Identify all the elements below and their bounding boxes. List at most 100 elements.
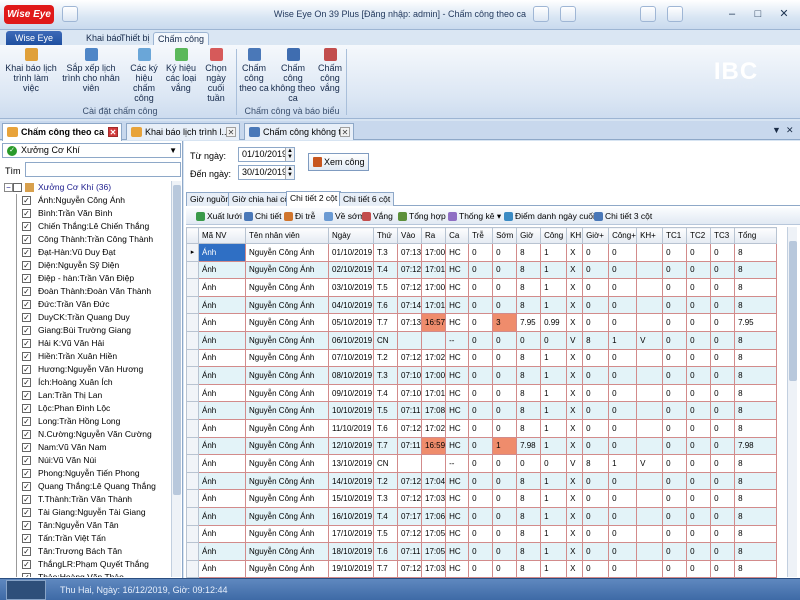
table-cell[interactable]: 0 <box>662 418 688 438</box>
table-cell[interactable]: Nguyễn Công Ánh <box>245 260 329 280</box>
tree-employee-item[interactable]: ✓ Lộc:Phan Đình Lộc <box>2 402 170 415</box>
table-cell[interactable]: 12/10/2019 <box>328 436 374 456</box>
tree-employee-item[interactable]: ✓ Tấn:Trần Việt Tấn <box>2 532 170 545</box>
tree-employee-item[interactable]: ✓ Hải K:Vũ Văn Hải <box>2 337 170 350</box>
table-cell[interactable]: 0 <box>686 454 712 473</box>
close-icon[interactable]: ✕ <box>774 5 794 23</box>
table-cell[interactable]: 04/10/2019 <box>328 295 374 315</box>
table-cell[interactable]: 02/10/2019 <box>328 260 374 280</box>
table-cell[interactable]: 0 <box>662 330 688 350</box>
table-cell[interactable]: 0 <box>492 383 518 403</box>
table-cell[interactable]: 15/10/2019 <box>328 489 374 508</box>
tab-thiet-bi[interactable]: Thiết bị <box>116 32 154 45</box>
table-cell[interactable]: 8 <box>582 330 610 350</box>
table-cell[interactable]: Nguyễn Công Ánh <box>245 383 329 403</box>
table-cell[interactable]: Nguyễn Công Ánh <box>245 454 329 473</box>
table-cell[interactable]: T.3 <box>373 366 398 385</box>
employee-checkbox[interactable]: ✓ <box>22 495 31 504</box>
table-cell[interactable]: 0 <box>608 401 638 420</box>
employee-checkbox[interactable]: ✓ <box>22 287 31 296</box>
table-cell[interactable]: X <box>566 506 584 526</box>
table-row[interactable]: ▸ Ánh Nguyễn Công Ánh 01/10/2019 T.3 07:13 17:… <box>186 243 778 262</box>
row-indicator[interactable] <box>186 330 199 350</box>
table-cell[interactable]: 0 <box>710 524 736 544</box>
table-cell[interactable]: HC <box>445 506 470 526</box>
table-cell[interactable]: 0 <box>710 401 736 420</box>
column-header[interactable]: Mã NV <box>198 227 246 244</box>
table-cell[interactable]: 7.95 <box>734 313 778 332</box>
tab-chi-tiet-2-cot[interactable]: Chi tiết 2 cột <box>286 191 342 206</box>
table-row[interactable]: Ánh Nguyễn Công Ánh 13/10/2019 CN -- 0 0 0 0 V 8 1 V… <box>186 454 778 473</box>
tree-scrollbar[interactable] <box>171 181 181 577</box>
table-cell[interactable]: Ánh <box>198 489 246 508</box>
table-cell[interactable]: 8 <box>734 348 778 368</box>
table-cell[interactable] <box>636 278 664 297</box>
search-input[interactable] <box>25 162 181 177</box>
employee-checkbox[interactable]: ✓ <box>22 352 31 361</box>
table-cell[interactable]: 0 <box>582 471 610 491</box>
table-cell[interactable]: 07:13 <box>396 313 423 332</box>
table-cell[interactable]: 3 <box>492 313 518 332</box>
column-header[interactable]: TC2 <box>686 227 712 244</box>
table-cell[interactable]: 0 <box>468 436 494 456</box>
table-cell[interactable] <box>421 454 447 473</box>
table-cell[interactable]: Ánh <box>198 295 246 315</box>
table-row[interactable]: Ánh Nguyễn Công Ánh 12/10/2019 T.7 07:11 16:5… <box>186 436 778 456</box>
table-cell[interactable]: 0 <box>468 489 494 508</box>
table-cell[interactable]: Ánh <box>198 243 246 262</box>
table-row[interactable]: Ánh Nguyễn Công Ánh 15/10/2019 T.3 07:12 17:0… <box>186 489 778 508</box>
table-cell[interactable]: 1 <box>608 330 638 350</box>
employee-checkbox[interactable]: ✓ <box>22 391 31 400</box>
employee-checkbox[interactable]: ✓ <box>22 404 31 413</box>
table-cell[interactable]: 07:12 <box>396 559 423 579</box>
statistics-button[interactable]: Thống kê ▾ <box>448 211 501 222</box>
table-cell[interactable]: 0 <box>686 436 712 456</box>
table-row[interactable]: Ánh Nguyễn Công Ánh 05/10/2019 T.7 07:13 16:5… <box>186 313 778 332</box>
table-cell[interactable]: 1 <box>540 401 568 420</box>
table-cell[interactable]: Ánh <box>198 401 246 420</box>
tree-employee-item[interactable]: ✓ Diện:Nguyễn Sỹ Diện <box>2 259 170 272</box>
table-cell[interactable]: 16:57 <box>421 313 447 332</box>
table-cell[interactable]: 8 <box>734 278 778 297</box>
tab-gio-nguon[interactable]: Giờ nguồn <box>186 192 235 206</box>
column-header[interactable]: Công+ <box>608 227 638 244</box>
table-cell[interactable]: 16/10/2019 <box>328 506 374 526</box>
toolbar-icon-1[interactable] <box>533 6 549 22</box>
table-cell[interactable]: Nguyễn Công Ánh <box>245 348 329 368</box>
tree-employee-item[interactable]: ✓ Ích:Hoàng Xuân Ích <box>2 376 170 389</box>
table-cell[interactable]: 0 <box>492 489 518 508</box>
table-cell[interactable]: 8 <box>734 401 778 420</box>
table-cell[interactable]: 17:00 <box>421 243 447 262</box>
table-cell[interactable]: T.6 <box>373 295 398 315</box>
schedule-button[interactable]: Khai báo lịch trình làm việc <box>4 48 58 93</box>
table-cell[interactable]: 8 <box>516 278 542 297</box>
table-cell[interactable]: CN <box>373 454 398 473</box>
table-cell[interactable]: 0 <box>468 418 494 438</box>
table-cell[interactable]: Ánh <box>198 524 246 544</box>
table-cell[interactable]: 0 <box>608 559 638 579</box>
table-cell[interactable]: 0 <box>492 506 518 526</box>
table-cell[interactable]: 01/10/2019 <box>328 243 374 262</box>
tree-employee-item[interactable]: ✓ Núi:Vũ Văn Núi <box>2 454 170 467</box>
table-cell[interactable]: 0 <box>468 542 494 561</box>
table-cell[interactable] <box>636 471 664 491</box>
table-cell[interactable]: 1 <box>540 418 568 438</box>
table-cell[interactable] <box>636 243 664 262</box>
toolbar-icon-2[interactable] <box>560 6 576 22</box>
table-cell[interactable]: 0 <box>608 542 638 561</box>
table-cell[interactable]: Ánh <box>198 506 246 526</box>
table-cell[interactable]: 07:12 <box>396 418 423 438</box>
table-cell[interactable]: 0 <box>582 436 610 456</box>
table-cell[interactable]: 8 <box>516 348 542 368</box>
employee-checkbox[interactable]: ✓ <box>22 365 31 374</box>
tree-employee-item[interactable]: ✓ Nam:Vũ Văn Nam <box>2 441 170 454</box>
tab-cham-cong[interactable]: Chấm công <box>153 32 210 45</box>
table-row[interactable]: Ánh Nguyễn Công Ánh 14/10/2019 T.2 07:12 17:0… <box>186 471 778 491</box>
table-cell[interactable]: 07/10/2019 <box>328 348 374 368</box>
employee-checkbox[interactable]: ✓ <box>22 443 31 452</box>
table-cell[interactable]: Ánh <box>198 542 246 561</box>
table-cell[interactable] <box>636 260 664 280</box>
table-cell[interactable]: 1 <box>540 278 568 297</box>
row-indicator[interactable] <box>186 401 199 420</box>
scrollbar-thumb[interactable] <box>173 185 181 495</box>
